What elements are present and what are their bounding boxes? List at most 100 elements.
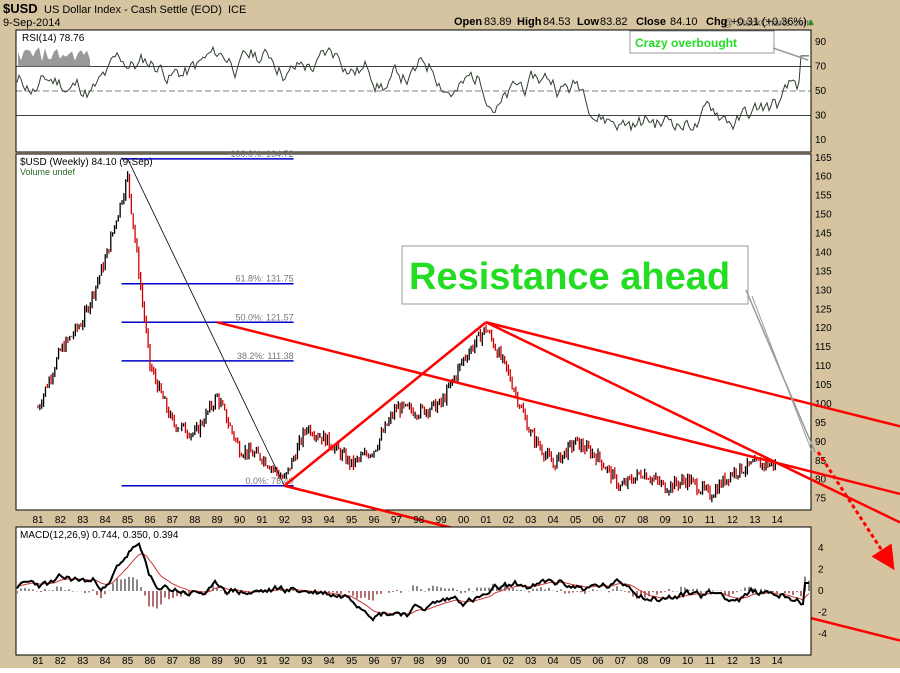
x-tick-label: 03 [525,656,537,667]
close-value: 84.10 [670,16,698,28]
x-tick-label: 00 [458,515,470,526]
x-tick-label: 01 [480,656,492,667]
x-tick-label: 99 [436,656,448,667]
x-tick-label: 02 [503,515,515,526]
x-tick-label: 90 [234,515,246,526]
x-tick-label: 91 [256,515,268,526]
x-tick-label: 97 [391,515,403,526]
x-tick-label: 04 [548,656,560,667]
chg-value: +0.31 (+0.36%) [731,16,807,28]
x-tick-label: 11 [705,656,716,667]
price-tick-label: 135 [815,266,832,277]
price-tick-label: 165 [815,153,832,164]
open-label: Open [454,16,482,28]
price-tick-label: 155 [815,191,832,202]
price-tick-label: 90 [815,437,827,448]
instrument-name: US Dollar Index - Cash Settle (EOD) [44,4,222,16]
x-tick-label: 13 [749,656,761,667]
x-tick-label: 90 [234,656,246,667]
x-tick-label: 92 [279,656,291,667]
x-tick-label: 14 [772,515,784,526]
symbol-label: $USD [3,1,38,16]
x-tick-label: 88 [189,656,201,667]
macd-tick-label: 4 [818,543,824,554]
x-tick-label: 07 [615,656,627,667]
x-tick-label: 12 [727,515,739,526]
x-tick-label: 08 [637,515,649,526]
x-tick-label: 96 [368,515,380,526]
x-tick-label: 14 [772,656,784,667]
close-label: Close [636,16,666,28]
price-tick-label: 150 [815,210,832,221]
x-tick-label: 98 [413,515,425,526]
up-arrow-icon: ▲ [806,17,816,28]
x-tick-label: 82 [55,656,67,667]
low-value: 83.82 [600,16,628,28]
x-tick-label: 09 [660,515,672,526]
x-tick-label: 06 [592,515,604,526]
x-tick-label: 83 [77,656,89,667]
x-tick-label: 95 [346,515,358,526]
macd-tick-label: 2 [818,565,824,576]
fib-level-label: 50.0%: 121.57 [236,312,294,322]
rsi-tick-label: 70 [815,62,827,73]
x-tick-label: 94 [324,515,336,526]
volume-label: Volume undef [20,167,76,177]
x-tick-label: 08 [637,656,649,667]
rsi-tick-label: 10 [815,135,827,146]
resistance-annotation: Resistance ahead [409,256,730,298]
x-tick-label: 87 [167,515,179,526]
open-value: 83.89 [484,16,512,28]
stockcharts-window: $USD US Dollar Index - Cash Settle (EOD)… [0,0,900,668]
usd-chart: $USD US Dollar Index - Cash Settle (EOD)… [0,0,900,668]
x-tick-label: 13 [749,515,761,526]
x-tick-label: 04 [548,515,560,526]
high-label: High [517,16,542,28]
x-tick-label: 93 [301,515,313,526]
macd-tick-label: -4 [818,629,827,640]
x-tick-label: 93 [301,656,313,667]
price-tick-label: 125 [815,304,832,315]
x-tick-label: 02 [503,656,515,667]
x-tick-label: 89 [212,656,224,667]
x-tick-label: 99 [436,515,448,526]
x-tick-label: 01 [480,515,492,526]
macd-panel: 4 2 0 -2 -4 MACD(12,26,9) 0.744, 0.350, 0.39… [15,526,827,656]
x-tick-label: 03 [525,515,537,526]
x-tick-label: 12 [727,656,739,667]
macd-tick-label: -2 [818,607,827,618]
rsi-panel: 90 70 50 30 10 RSI(14) 78.76 Crazy overbough… [15,29,827,153]
macd-label: MACD(12,26,9) 0.744, 0.350, 0.394 [20,530,179,541]
x-tick-label: 85 [122,656,134,667]
x-tick-label: 97 [391,656,403,667]
x-tick-label: 07 [615,515,627,526]
x-tick-label: 85 [122,515,134,526]
x-tick-label: 87 [167,656,179,667]
high-value: 84.53 [543,16,571,28]
x-tick-label: 81 [32,515,44,526]
price-tick-label: 95 [815,418,827,429]
x-tick-label: 91 [256,656,268,667]
exchange-label: ICE [228,4,246,16]
x-tick-label: 98 [413,656,425,667]
x-tick-label: 00 [458,656,470,667]
price-tick-label: 130 [815,285,832,296]
rsi-tick-label: 90 [815,37,827,48]
chg-label: Chg [706,16,727,28]
x-tick-label: 86 [144,515,156,526]
x-tick-label: 92 [279,515,291,526]
x-tick-label: 86 [144,656,156,667]
x-tick-label: 96 [368,656,380,667]
x-tick-label: 95 [346,656,358,667]
x-tick-label: 11 [705,515,716,526]
fib-level-label: 100.0%: 164.72 [231,149,294,159]
x-tick-label: 88 [189,515,201,526]
price-tick-label: 120 [815,323,832,334]
price-tick-label: 115 [815,342,831,353]
rsi-tick-label: 50 [815,86,827,97]
x-tick-label: 83 [77,515,89,526]
x-tick-label: 84 [100,656,112,667]
x-tick-label: 05 [570,656,582,667]
price-tick-label: 140 [815,247,832,258]
macd-tick-label: 0 [818,586,824,597]
